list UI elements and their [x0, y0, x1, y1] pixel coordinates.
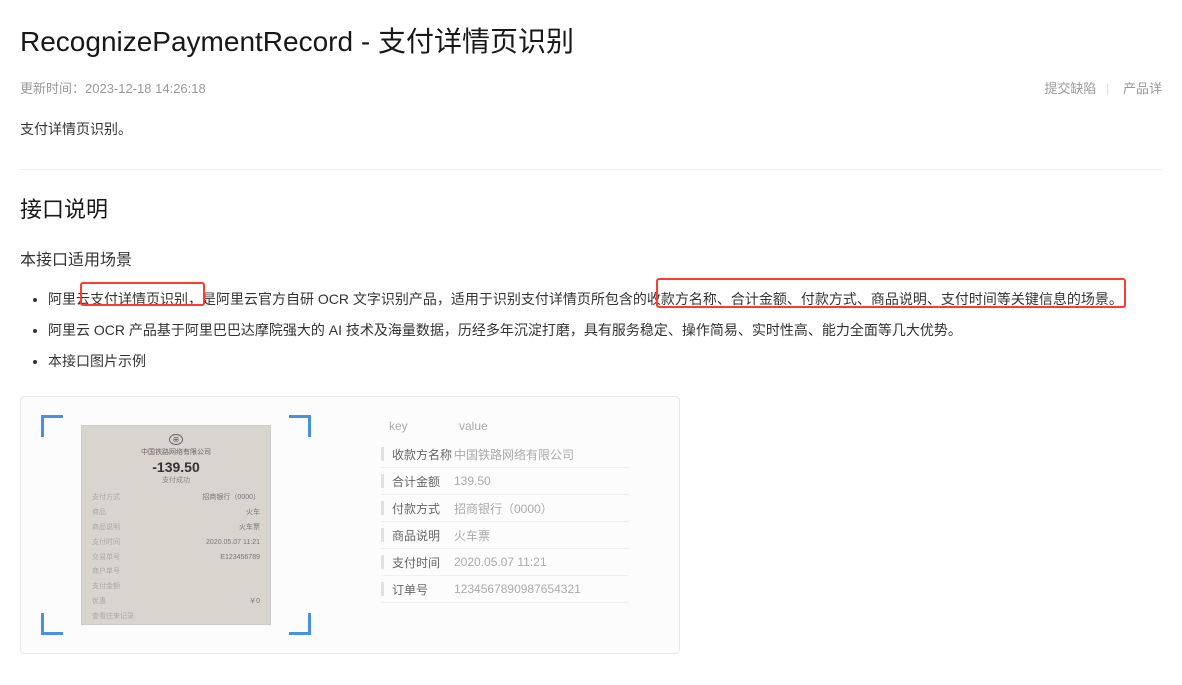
description: 支付详情页识别。 — [20, 119, 1162, 139]
link-product[interactable]: 产品详 — [1123, 81, 1162, 96]
list-item: 本接口图片示例 — [48, 346, 1162, 377]
kv-value: 中国铁路网络有限公司 — [454, 446, 574, 463]
kv-key: 合计金额 — [392, 473, 454, 490]
receipt-image: ⊕ 中国铁路网络有限公司 -139.50 支付成功 支付方式招商银行（0000）… — [81, 425, 271, 625]
example-card: ⊕ 中国铁路网络有限公司 -139.50 支付成功 支付方式招商银行（0000）… — [20, 396, 680, 654]
kv-value: 招商银行（0000） — [454, 500, 553, 517]
kv-row: 订单号12345678909876​54321 — [381, 576, 629, 603]
receipt-row: 商品说明火车票 — [92, 523, 260, 533]
kv-value: 2020.05.07 11:21 — [454, 555, 547, 569]
kv-row: 收款方名称中国铁路网络有限公司 — [381, 441, 629, 468]
bullet-list: 阿里云支付详情页识别，是阿里云官方自研 OCR 文字识别产品，适用于识别支付详情… — [20, 284, 1162, 376]
kv-value-header: value — [459, 419, 488, 433]
page-title: RecognizePaymentRecord - 支付详情页识别 — [20, 20, 1162, 60]
receipt-row: 商品火车 — [92, 508, 260, 518]
row-bar-icon — [381, 528, 384, 542]
update-time: 更新时间：2023-12-18 14:26:18 — [20, 78, 206, 97]
section-title: 接口说明 — [20, 192, 1162, 224]
receipt-status: 支付成功 — [162, 475, 190, 485]
kv-value: 139.50 — [454, 474, 491, 488]
kv-row: 商品说明火车票 — [381, 522, 629, 549]
receipt-company: 中国铁路网络有限公司 — [141, 447, 211, 457]
receipt-logo-icon: ⊕ — [169, 434, 183, 445]
scan-corner-icon — [289, 613, 311, 635]
kv-key: 收款方名称 — [392, 446, 454, 463]
kv-row: 合计金额139.50 — [381, 468, 629, 495]
receipt-row: 交易单号E123456789 — [92, 553, 260, 563]
receipt-row: 查看往来记录 — [92, 612, 260, 622]
divider — [20, 169, 1162, 170]
receipt-amount: -139.50 — [152, 459, 199, 475]
kv-table: key value 收款方名称中国铁路网络有限公司合计金额139.50付款方式招… — [381, 415, 629, 603]
receipt-scan-frame: ⊕ 中国铁路网络有限公司 -139.50 支付成功 支付方式招商银行（0000）… — [41, 415, 311, 635]
kv-row: 支付时间2020.05.07 11:21 — [381, 549, 629, 576]
kv-value: 火车票 — [454, 527, 490, 544]
separator: | — [1106, 81, 1109, 96]
scan-corner-icon — [41, 415, 63, 437]
kv-value: 12345678909876​54321 — [454, 582, 581, 596]
kv-key-header: key — [389, 419, 459, 433]
kv-key: 订单号 — [392, 581, 454, 598]
receipt-row: 支付时间2020.05.07 11:21 — [92, 538, 260, 548]
kv-key: 商品说明 — [392, 527, 454, 544]
receipt-row: 商户单号 — [92, 567, 260, 577]
row-bar-icon — [381, 555, 384, 569]
scan-corner-icon — [41, 613, 63, 635]
list-item: 阿里云支付详情页识别，是阿里云官方自研 OCR 文字识别产品，适用于识别支付详情… — [48, 284, 1162, 315]
receipt-row: 优惠￥0 — [92, 597, 260, 607]
kv-header: key value — [381, 415, 629, 441]
list-item: 阿里云 OCR 产品基于阿里巴巴达摩院强大的 AI 技术及海量数据，历经多年沉淀… — [48, 315, 1162, 346]
kv-key: 付款方式 — [392, 500, 454, 517]
meta-row: 更新时间：2023-12-18 14:26:18 提交缺陷 | 产品详 — [20, 78, 1162, 97]
row-bar-icon — [381, 447, 384, 461]
scan-corner-icon — [289, 415, 311, 437]
receipt-row: 支付金额 — [92, 582, 260, 592]
meta-links: 提交缺陷 | 产品详 — [1040, 78, 1162, 97]
row-bar-icon — [381, 501, 384, 515]
receipt-row: 支付方式招商银行（0000） — [92, 493, 260, 503]
kv-row: 付款方式招商银行（0000） — [381, 495, 629, 522]
sub-title: 本接口适用场景 — [20, 246, 1162, 270]
row-bar-icon — [381, 582, 384, 596]
link-defect[interactable]: 提交缺陷 — [1044, 81, 1096, 96]
kv-key: 支付时间 — [392, 554, 454, 571]
row-bar-icon — [381, 474, 384, 488]
